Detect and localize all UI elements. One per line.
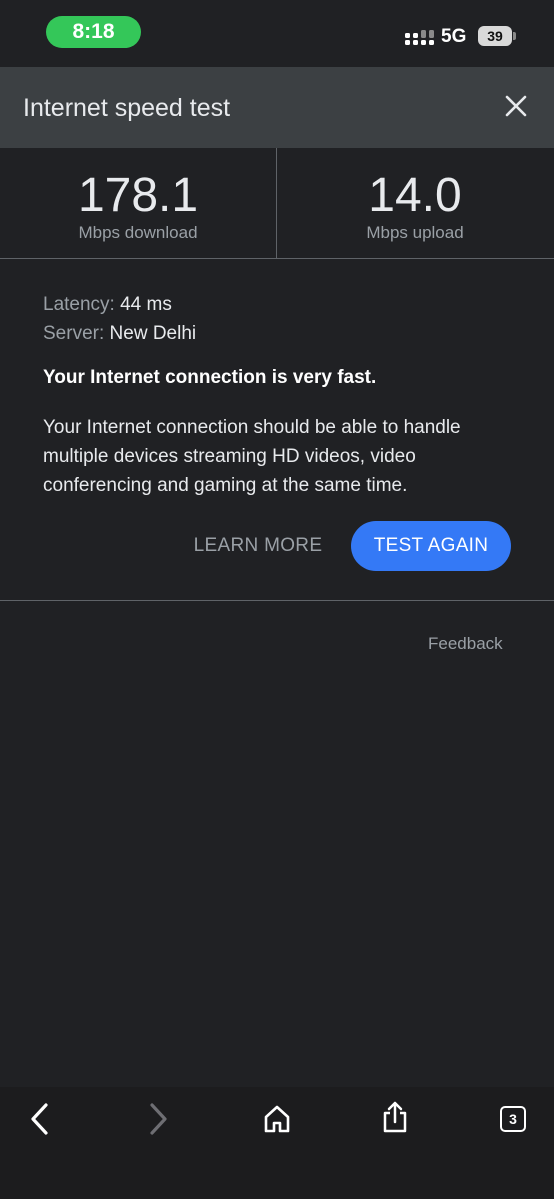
tab-count: 3: [509, 1111, 517, 1127]
battery-tip: [513, 32, 516, 40]
server-row: Server: New Delhi: [43, 319, 513, 348]
latency-value: 44 ms: [120, 294, 172, 315]
share-button[interactable]: [373, 1095, 417, 1139]
latency-row: Latency: 44 ms: [43, 290, 513, 319]
latency-label: Latency:: [43, 294, 115, 315]
home-icon: [264, 1105, 290, 1133]
download-speed-unit: Mbps download: [78, 223, 198, 242]
speed-description: Your Internet connection should be able …: [43, 417, 461, 496]
battery-icon: 39: [478, 26, 512, 46]
status-time: 8:18: [46, 16, 141, 48]
share-icon: [383, 1101, 407, 1133]
home-button[interactable]: [255, 1097, 299, 1141]
signal-strength-icon: [405, 30, 434, 45]
test-again-button[interactable]: TEST AGAIN: [351, 521, 511, 571]
download-result: 178.1 Mbps download: [0, 148, 276, 259]
upload-speed-value: 14.0: [368, 169, 462, 222]
speed-verdict: Your Internet connection is very fast.: [43, 367, 377, 388]
upload-speed-unit: Mbps upload: [366, 223, 464, 242]
close-icon: [505, 95, 527, 117]
browser-toolbar: 3: [0, 1087, 554, 1199]
card-divider: [0, 600, 554, 601]
tabs-button[interactable]: 3: [491, 1097, 535, 1141]
forward-button[interactable]: [136, 1097, 180, 1141]
back-button[interactable]: [18, 1097, 62, 1141]
test-details: Latency: 44 ms Server: New Delhi: [43, 290, 513, 348]
server-value: New Delhi: [109, 323, 197, 344]
network-type: 5G: [441, 26, 467, 47]
battery-level: 39: [487, 28, 503, 44]
forward-chevron-icon: [150, 1103, 167, 1135]
speed-test-header: Internet speed test: [0, 67, 554, 148]
page-title: Internet speed test: [23, 94, 231, 122]
tabs-icon: 3: [500, 1106, 526, 1132]
download-speed-value: 178.1: [77, 169, 199, 222]
close-button[interactable]: [500, 90, 532, 122]
learn-more-button[interactable]: LEARN MORE: [180, 521, 336, 571]
upload-result: 14.0 Mbps upload: [277, 148, 553, 259]
server-label: Server:: [43, 323, 105, 344]
feedback-link[interactable]: Feedback: [428, 634, 503, 654]
back-chevron-icon: [31, 1103, 48, 1135]
status-bar: 8:18 5G 39: [0, 0, 554, 67]
